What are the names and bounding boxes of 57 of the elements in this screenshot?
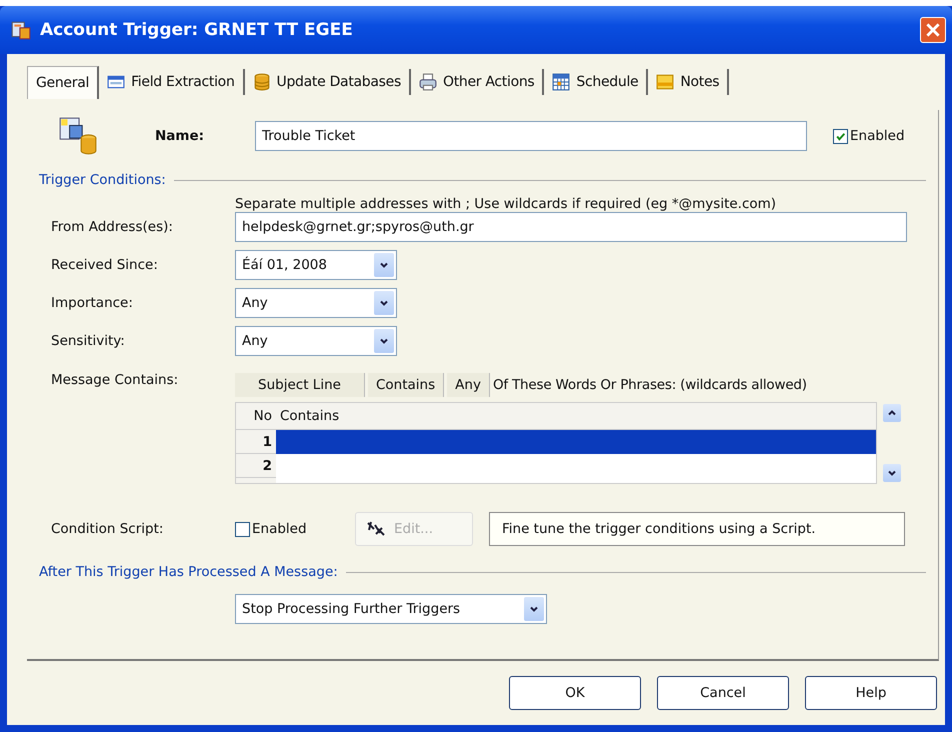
- section-heading: After This Trigger Has Processed A Message:: [39, 564, 338, 580]
- column-header: No: [252, 408, 273, 424]
- close-button[interactable]: [920, 17, 946, 43]
- section-heading: Trigger Conditions:: [39, 172, 166, 188]
- script-label: Condition Script:: [50, 521, 164, 537]
- field-label: Sensitivity:: [50, 333, 126, 349]
- chevron-down-icon: [379, 298, 389, 308]
- window-title: Account Trigger: GRNET TT EGEE: [40, 20, 354, 40]
- row-number: 1: [236, 430, 276, 454]
- tab[interactable]: General: [27, 66, 100, 98]
- app-icon: [10, 19, 32, 41]
- tab[interactable]: Schedule: [544, 69, 648, 95]
- tab[interactable]: Field Extraction: [99, 69, 245, 95]
- database-icon: [252, 73, 271, 91]
- chevron-down-icon: [379, 260, 389, 270]
- chevron-up-icon: [887, 408, 897, 418]
- trigger-icon: [57, 115, 99, 157]
- close-icon: [926, 23, 940, 37]
- dialog-button[interactable]: Help: [805, 676, 937, 710]
- tab[interactable]: Update Databases: [244, 69, 411, 95]
- form-icon: [107, 73, 126, 91]
- script-description: Fine tune the trigger conditions using a Script.: [489, 512, 905, 546]
- dropdown[interactable]: Any: [235, 326, 397, 356]
- table-row[interactable]: 2: [236, 454, 876, 478]
- action-dropdown[interactable]: Stop Processing Further Triggers: [235, 594, 547, 624]
- script-icon: [366, 521, 386, 537]
- criteria-text: Of These Words Or Phrases: (wildcards allowed): [492, 377, 807, 393]
- note-icon: [656, 73, 674, 91]
- criteria-button[interactable]: Contains: [368, 373, 444, 397]
- from-label: From Address(es):: [50, 219, 174, 235]
- criteria-button[interactable]: Any: [447, 373, 490, 397]
- column-header: Contains: [279, 408, 340, 424]
- enabled-checkbox[interactable]: Enabled: [833, 128, 905, 144]
- name-field[interactable]: Trouble Ticket: [255, 121, 807, 151]
- dialog-button[interactable]: OK: [509, 676, 641, 710]
- scroll-up-button[interactable]: [883, 404, 901, 422]
- calendar-icon: [552, 73, 570, 91]
- name-label: Name:: [154, 128, 206, 144]
- field-label: Received Since:: [50, 257, 159, 273]
- message-label: Message Contains:: [50, 372, 180, 388]
- dropdown[interactable]: Any: [235, 288, 397, 318]
- printer-icon: [418, 73, 437, 91]
- tab[interactable]: Notes: [648, 69, 730, 95]
- row-number: 2: [236, 454, 276, 478]
- chevron-down-icon: [379, 336, 389, 346]
- hint-text: Separate multiple addresses with ; Use wildcards if required (eg *@mysite.com): [235, 196, 778, 212]
- dropdown[interactable]: Éáí 01, 2008: [235, 250, 397, 280]
- dialog-button[interactable]: Cancel: [657, 676, 789, 710]
- tab[interactable]: Other Actions: [410, 69, 544, 95]
- chevron-down-icon: [529, 604, 539, 614]
- scroll-down-button[interactable]: [883, 464, 901, 482]
- criteria-button[interactable]: Subject Line: [235, 373, 365, 397]
- script-enabled-checkbox[interactable]: Enabled: [235, 521, 355, 537]
- field-label: Importance:: [50, 295, 134, 311]
- chevron-down-icon: [887, 468, 897, 478]
- from-address-field[interactable]: helpdesk@grnet.gr;spyros@uth.gr: [235, 212, 907, 242]
- check-icon: [835, 130, 846, 142]
